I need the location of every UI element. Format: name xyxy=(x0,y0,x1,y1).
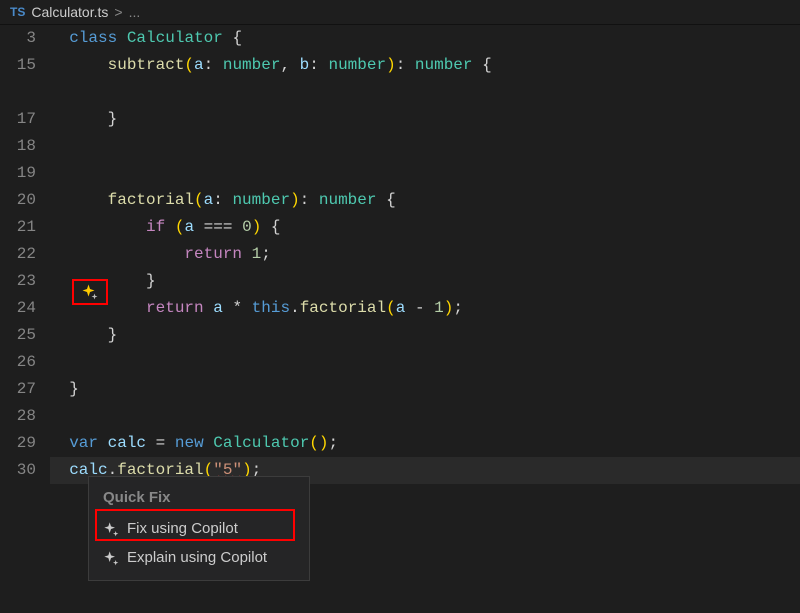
code-line[interactable] xyxy=(50,79,800,106)
code-line[interactable] xyxy=(50,403,800,430)
code-line[interactable]: return a * this.factorial(a - 1); xyxy=(50,295,800,322)
quickfix-fix-copilot[interactable]: Fix using Copilot xyxy=(89,514,309,543)
line-number: 18 xyxy=(0,133,36,160)
line-number: 29 xyxy=(0,430,36,457)
quickfix-menu: Quick Fix Fix using Copilot Explain usin… xyxy=(88,476,310,581)
code-line[interactable]: var calc = new Calculator(); xyxy=(50,430,800,457)
quickfix-header: Quick Fix xyxy=(89,485,309,514)
code-line[interactable]: return 1; xyxy=(50,241,800,268)
line-number: 19 xyxy=(0,160,36,187)
sparkle-codeaction-icon[interactable] xyxy=(72,279,108,305)
line-number: 17 xyxy=(0,106,36,133)
code-line[interactable]: } xyxy=(50,322,800,349)
line-number: 3 xyxy=(0,25,36,52)
chevron-right-icon: > xyxy=(114,4,122,20)
sparkle-icon xyxy=(103,550,119,566)
code-line[interactable] xyxy=(50,349,800,376)
code-line[interactable]: if (a === 0) { xyxy=(50,214,800,241)
code-line[interactable]: } xyxy=(50,106,800,133)
line-number: 21 xyxy=(0,214,36,241)
code-line[interactable]: factorial(a: number): number { xyxy=(50,187,800,214)
line-number: 26 xyxy=(0,349,36,376)
breadcrumb-filename[interactable]: Calculator.ts xyxy=(31,4,108,20)
code-line[interactable] xyxy=(50,133,800,160)
line-number: 23 xyxy=(0,268,36,295)
quickfix-explain-copilot[interactable]: Explain using Copilot xyxy=(89,543,309,572)
line-number xyxy=(0,79,36,106)
line-number: 22 xyxy=(0,241,36,268)
quickfix-item-label: Fix using Copilot xyxy=(127,520,238,537)
line-number: 30 xyxy=(0,457,36,484)
line-number: 20 xyxy=(0,187,36,214)
code-line[interactable]: class Calculator { xyxy=(50,25,800,52)
line-number: 25 xyxy=(0,322,36,349)
code-line[interactable] xyxy=(50,160,800,187)
line-number: 27 xyxy=(0,376,36,403)
sparkle-icon xyxy=(103,521,119,537)
line-number: 28 xyxy=(0,403,36,430)
code-line[interactable]: subtract(a: number, b: number): number { xyxy=(50,52,800,79)
code-area[interactable]: class Calculator { subtract(a: number, b… xyxy=(50,25,800,484)
line-number: 24 xyxy=(0,295,36,322)
line-number: 15 xyxy=(0,52,36,79)
code-line[interactable]: } xyxy=(50,376,800,403)
typescript-icon: TS xyxy=(10,5,25,19)
breadcrumb[interactable]: TS Calculator.ts > ... xyxy=(0,0,800,25)
line-number-gutter: 3 15 17 18 19 20 21 22 23 24 25 26 27 28… xyxy=(0,25,50,484)
breadcrumb-ellipsis[interactable]: ... xyxy=(129,4,141,20)
quickfix-item-label: Explain using Copilot xyxy=(127,549,267,566)
code-editor[interactable]: 3 15 17 18 19 20 21 22 23 24 25 26 27 28… xyxy=(0,25,800,484)
code-line[interactable]: } xyxy=(50,268,800,295)
